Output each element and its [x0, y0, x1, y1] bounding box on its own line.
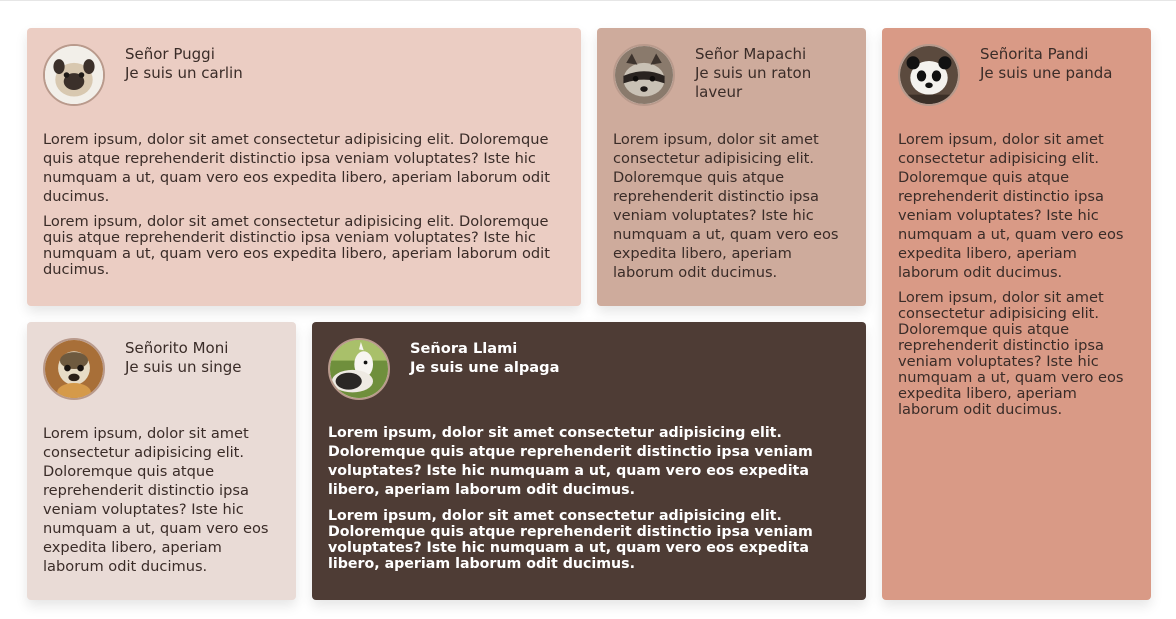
card-role: Je suis une alpaga	[410, 359, 560, 376]
card-name: Señor Puggi	[125, 45, 215, 63]
card-body: Lorem ipsum, dolor sit amet consectetur …	[898, 130, 1135, 418]
card-paragraph: Lorem ipsum, dolor sit amet consectetur …	[43, 213, 550, 278]
raccoon-avatar-icon	[613, 44, 675, 106]
testimonial-card-mapachi: Señor Mapachi Je suis un raton laveur Lo…	[597, 28, 866, 306]
card-body: Lorem ipsum, dolor sit amet consectetur …	[43, 130, 565, 278]
card-paragraph: Lorem ipsum, dolor sit amet consectetur …	[43, 425, 269, 575]
card-meta: Señor Puggi Je suis un carlin	[125, 45, 243, 83]
card-header: Señor Puggi Je suis un carlin	[43, 44, 565, 106]
card-meta: Señora Llami Je suis une alpaga	[410, 339, 559, 377]
card-paragraph: Lorem ipsum, dolor sit amet consectetur …	[43, 131, 550, 205]
card-paragraph: Lorem ipsum, dolor sit amet consectetur …	[898, 131, 1124, 281]
monkey-avatar-icon	[43, 338, 105, 400]
card-role: Je suis un carlin	[125, 64, 243, 82]
card-role: Je suis une panda	[980, 64, 1113, 82]
card-header: Señorito Moni Je suis un singe	[43, 338, 280, 400]
card-paragraph: Lorem ipsum, dolor sit amet consectetur …	[898, 289, 1124, 418]
card-header: Señora Llami Je suis une alpaga	[328, 338, 850, 400]
testimonial-card-moni: Señorito Moni Je suis un singe Lorem ips…	[27, 322, 296, 600]
top-divider	[0, 0, 1176, 1]
alpaca-avatar-icon	[328, 338, 390, 400]
panda-avatar-icon	[898, 44, 960, 106]
testimonial-card-pandi: Señorita Pandi Je suis une panda Lorem i…	[882, 28, 1151, 600]
card-role: Je suis un raton laveur	[695, 64, 812, 101]
testimonial-card-puggi: Señor Puggi Je suis un carlin Lorem ipsu…	[27, 28, 581, 306]
testimonial-card-llami: Señora Llami Je suis une alpaga Lorem ip…	[312, 322, 866, 600]
pug-avatar-icon	[43, 44, 105, 106]
card-body: Lorem ipsum, dolor sit amet consectetur …	[613, 130, 850, 282]
card-body: Lorem ipsum, dolor sit amet consectetur …	[43, 424, 280, 576]
card-role: Je suis un singe	[125, 358, 242, 376]
card-meta: Señor Mapachi Je suis un raton laveur	[695, 45, 850, 102]
card-paragraph: Lorem ipsum, dolor sit amet consectetur …	[328, 508, 813, 572]
card-name: Señorita Pandi	[980, 45, 1089, 63]
card-name: Señor Mapachi	[695, 45, 807, 63]
card-header: Señorita Pandi Je suis une panda	[898, 44, 1135, 106]
card-paragraph: Lorem ipsum, dolor sit amet consectetur …	[613, 131, 839, 281]
card-name: Señorito Moni	[125, 339, 229, 357]
card-name: Señora Llami	[410, 340, 518, 357]
card-meta: Señorito Moni Je suis un singe	[125, 339, 242, 377]
card-body: Lorem ipsum, dolor sit amet consectetur …	[328, 424, 850, 572]
card-header: Señor Mapachi Je suis un raton laveur	[613, 44, 850, 106]
card-meta: Señorita Pandi Je suis une panda	[980, 45, 1112, 83]
card-paragraph: Lorem ipsum, dolor sit amet consectetur …	[328, 425, 813, 498]
